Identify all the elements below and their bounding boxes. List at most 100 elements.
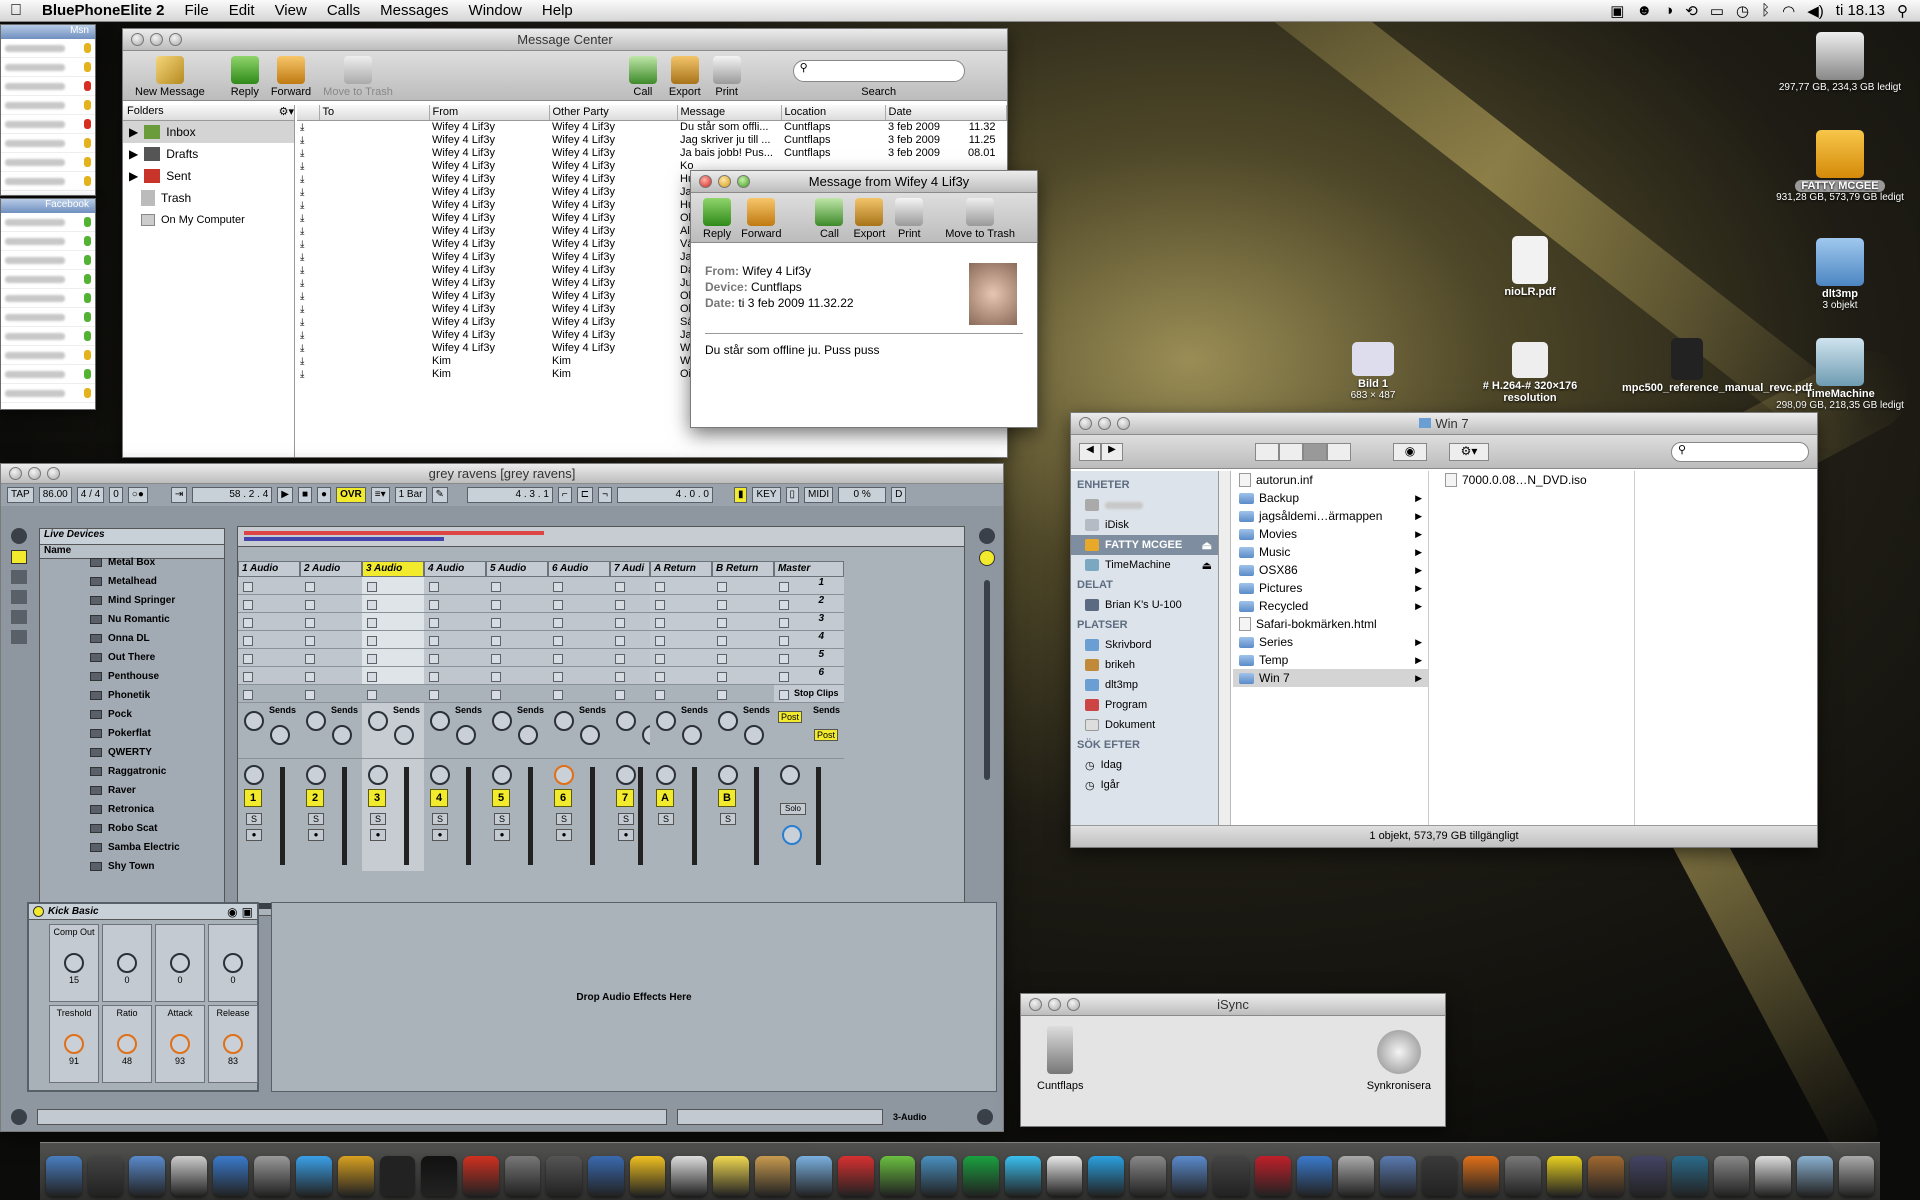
clip-slot[interactable] (548, 649, 610, 667)
track-header[interactable]: 5 Audio (486, 561, 548, 577)
dock-app-icon[interactable] (421, 1156, 457, 1196)
arm-button[interactable]: ● (618, 829, 634, 841)
device-list-item[interactable]: Mind Springer (40, 591, 224, 610)
dock-app-icon[interactable] (838, 1156, 874, 1196)
clip-stop-button[interactable] (610, 685, 650, 703)
apple-icon[interactable]:  (0, 2, 32, 20)
dock-app-icon[interactable] (1004, 1156, 1041, 1196)
loop-start-field[interactable]: 4 . 3 . 1 (466, 487, 553, 503)
track-activator[interactable]: B (718, 789, 736, 807)
folder-drafts[interactable]: ▶ Drafts (123, 143, 294, 165)
sidebar-item-brian[interactable]: Brian K's U-100 (1071, 595, 1218, 615)
device-list-item[interactable]: Out There (40, 648, 224, 667)
back-button[interactable]: ◀ (1079, 442, 1101, 461)
clip-slot[interactable] (300, 577, 362, 595)
clip-slot[interactable] (424, 595, 486, 613)
timemachine-icon[interactable]: ◷ (1736, 2, 1749, 20)
clip-slot[interactable] (712, 649, 774, 667)
param-knob[interactable] (117, 1034, 137, 1054)
contact-row[interactable] (1, 134, 95, 153)
follow-icon[interactable]: ⇥ (170, 487, 188, 503)
sidebar-item-hd[interactable] (1071, 495, 1218, 515)
status-icon[interactable]: ▣ (1610, 2, 1624, 20)
solo-button[interactable]: S (432, 813, 448, 825)
dock-app-icon[interactable] (1838, 1156, 1875, 1196)
desktop-icon-h264[interactable]: # H.264-# 320×176 resolution (1465, 342, 1595, 404)
dock-app-icon[interactable] (1546, 1156, 1583, 1196)
device-list-item[interactable]: Phonetik (40, 686, 224, 705)
clip-slot[interactable] (548, 613, 610, 631)
clip-slot[interactable] (238, 595, 300, 613)
sidebar-item-skrivbord[interactable]: Skrivbord (1071, 635, 1218, 655)
pan-knob[interactable] (656, 765, 676, 785)
desktop-icon-dlt3mp[interactable]: dlt3mp 3 objekt (1775, 238, 1905, 311)
folder-trash[interactable]: Trash (123, 187, 294, 209)
pan-knob[interactable] (244, 765, 264, 785)
clip-slot[interactable] (548, 667, 610, 685)
contact-row[interactable] (1, 289, 95, 308)
pan-knob[interactable] (368, 765, 388, 785)
loop-length-field[interactable]: 4 . 0 . 0 (616, 487, 713, 503)
finder-item[interactable]: Movies ▶ (1233, 525, 1428, 543)
dock-app-icon[interactable] (1171, 1156, 1208, 1196)
device-hotswap-icon[interactable]: ◉ (227, 905, 237, 919)
clip-slot[interactable] (650, 667, 712, 685)
track-header[interactable]: 7 Audi (610, 561, 650, 577)
contact-row[interactable] (1, 327, 95, 346)
send-b-knob[interactable] (744, 725, 764, 745)
display-icon[interactable]: ▭ (1710, 2, 1724, 20)
dock-app-icon[interactable] (1671, 1156, 1708, 1196)
close-button[interactable] (1079, 417, 1092, 430)
minimize-button[interactable] (28, 467, 41, 480)
contact-row[interactable] (1, 153, 95, 172)
device-list-item[interactable]: Raggatronic (40, 762, 224, 781)
dock-app-icon[interactable] (296, 1156, 332, 1196)
clip-slot[interactable] (238, 631, 300, 649)
minimize-button[interactable] (150, 33, 163, 46)
pan-knob[interactable] (718, 765, 738, 785)
clip-slot[interactable] (300, 631, 362, 649)
minimize-button[interactable] (1048, 998, 1061, 1011)
column-header-date[interactable]: Date (885, 105, 1007, 121)
sidebar-item-brikeh[interactable]: brikeh (1071, 655, 1218, 675)
clip-slot[interactable] (362, 631, 424, 649)
clip-slot[interactable] (610, 577, 650, 595)
file-browser-icon[interactable] (11, 590, 27, 604)
desktop-icon-bild1[interactable]: Bild 1 683 × 487 (1308, 342, 1438, 401)
dock-app-icon[interactable] (1755, 1156, 1791, 1196)
pan-knob[interactable] (306, 765, 326, 785)
send-a-knob[interactable] (368, 711, 388, 731)
finder-item[interactable]: Recycled ▶ (1233, 597, 1428, 615)
sync-button[interactable]: Synkronisera (1367, 1030, 1431, 1092)
clip-slot[interactable] (424, 649, 486, 667)
pan-knob[interactable] (554, 765, 574, 785)
stop-clips-button[interactable]: Stop Clips (774, 685, 844, 703)
clip-slot[interactable] (486, 613, 548, 631)
device-param[interactable]: 0 (155, 924, 205, 1002)
clip-slot[interactable] (712, 631, 774, 649)
quantize-icon[interactable]: ≡▾ (370, 487, 390, 503)
param-knob[interactable] (223, 953, 243, 973)
contact-row[interactable] (1, 96, 95, 115)
contact-row[interactable] (1, 346, 95, 365)
close-button[interactable] (9, 467, 22, 480)
param-knob[interactable] (170, 1034, 190, 1054)
dock-app-icon[interactable] (87, 1156, 124, 1196)
zoom-button[interactable] (1117, 417, 1130, 430)
param-knob[interactable] (117, 953, 137, 973)
solo-button[interactable]: S (308, 813, 324, 825)
send-b-knob[interactable] (682, 725, 702, 745)
param-knob[interactable] (223, 1034, 243, 1054)
dock-app-icon[interactable] (1380, 1156, 1416, 1196)
volume-icon[interactable]: ◀) (1807, 2, 1824, 20)
bluetooth-icon[interactable]: ᛒ (1761, 2, 1770, 19)
print-button[interactable]: Print (709, 56, 745, 98)
clip-slot[interactable] (424, 577, 486, 595)
track-header[interactable]: 4 Audio (424, 561, 486, 577)
send-a-knob[interactable] (492, 711, 512, 731)
menu-app-name[interactable]: BluePhoneElite 2 (32, 2, 175, 19)
dock-app-icon[interactable] (1296, 1156, 1333, 1196)
device-list-item[interactable]: Retronica (40, 800, 224, 819)
key-map-button[interactable]: KEY (752, 487, 781, 503)
arm-button[interactable]: ● (556, 829, 572, 841)
